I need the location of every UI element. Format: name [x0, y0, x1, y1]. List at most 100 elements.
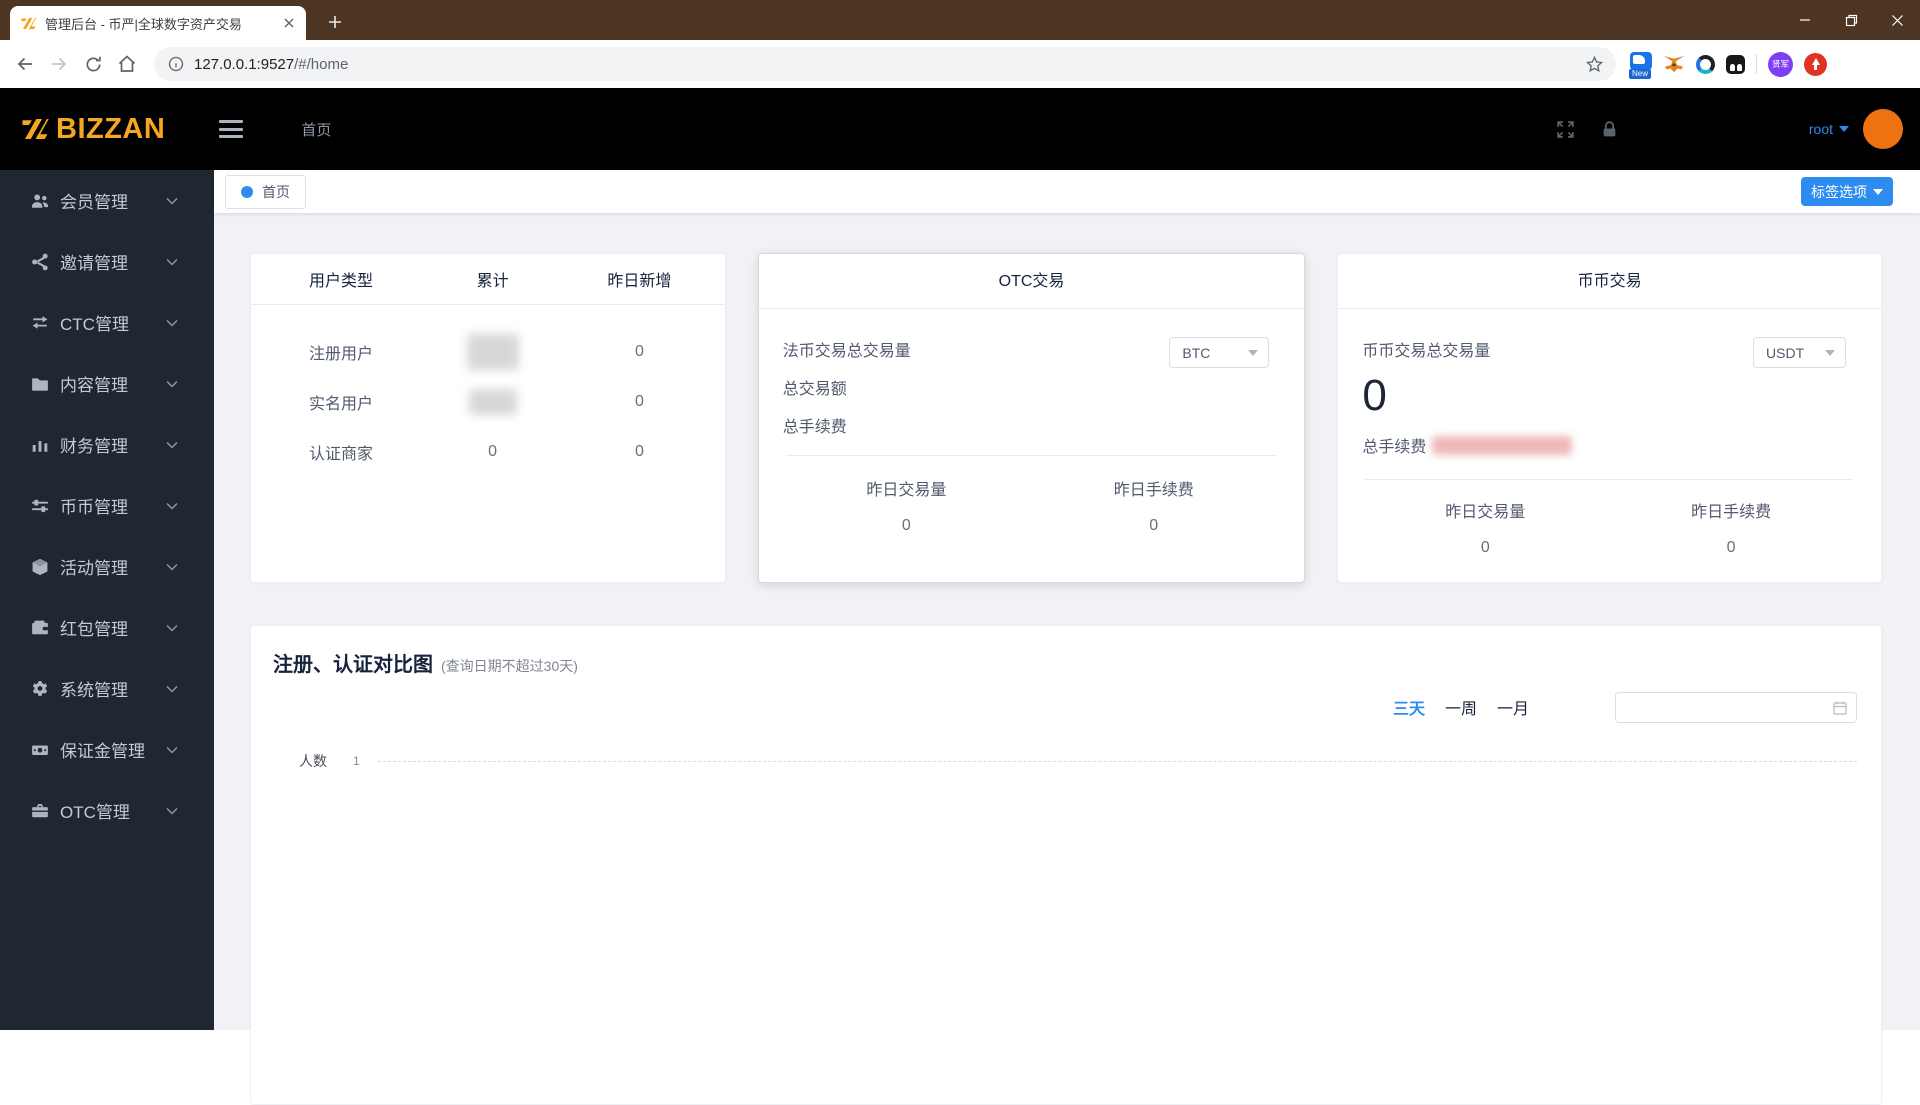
sidebar-item-content[interactable]: 内容管理	[0, 353, 214, 414]
user-stats-card: 用户类型 累计 昨日新增 注册用户 0 实名用户 0	[250, 253, 726, 583]
otc-amount-label: 总交易额	[783, 371, 1278, 409]
site-info-icon[interactable]	[168, 56, 184, 72]
url-host: 127.0.0.1:9527	[194, 56, 294, 73]
extension-ring-icon[interactable]	[1696, 55, 1715, 74]
sidebar-toggle-icon[interactable]	[219, 120, 243, 138]
otc-currency-select[interactable]: BTC	[1169, 337, 1269, 368]
extension-red-icon[interactable]	[1804, 53, 1827, 76]
registration-chart-card: 注册、认证对比图 (查询日期不超过30天) 三天 一周 一月 人数 1	[250, 625, 1882, 1105]
card-title: 币币交易	[1338, 254, 1881, 309]
date-range-input[interactable]	[1615, 692, 1857, 723]
stats-row-value: 0	[554, 443, 725, 461]
sidebar-item-activity[interactable]: 活动管理	[0, 536, 214, 597]
briefcase-icon	[30, 801, 49, 820]
sidebar-item-label: 保证金管理	[60, 737, 166, 762]
stats-col-header: 累计	[431, 267, 554, 291]
header-nav-home[interactable]: 首页	[301, 119, 331, 140]
tag-options-label: 标签选项	[1811, 182, 1867, 202]
yesterday-volume-value: 0	[783, 517, 1030, 535]
home-icon[interactable]	[110, 47, 144, 81]
back-icon[interactable]	[8, 47, 42, 81]
tab-tag-home[interactable]: 首页	[225, 175, 306, 209]
window-close-button[interactable]	[1874, 0, 1920, 40]
range-link-three-days[interactable]: 三天	[1393, 695, 1425, 719]
sidebar-item-members[interactable]: 会员管理	[0, 170, 214, 231]
sidebar-item-label: 系统管理	[60, 676, 166, 701]
sliders-icon	[30, 496, 49, 515]
yesterday-fee-label: 昨日手续费	[1608, 498, 1854, 522]
chevron-down-icon	[166, 197, 178, 205]
sidebar-item-label: CTC管理	[60, 310, 166, 335]
table-row: 认证商家 0 0	[251, 427, 725, 477]
swap-icon	[30, 313, 49, 332]
extension-new-icon[interactable]: New	[1630, 52, 1652, 70]
stats-table-header: 用户类型 累计 昨日新增	[251, 254, 725, 305]
bar-chart-icon	[30, 435, 49, 454]
spot-total-volume: 0	[1362, 373, 1854, 419]
new-tab-button[interactable]	[322, 9, 348, 35]
metamask-icon[interactable]	[1663, 54, 1685, 74]
chevron-down-icon	[166, 746, 178, 754]
profile-badge[interactable]: 贤军	[1768, 52, 1793, 77]
url-bar[interactable]: 127.0.0.1:9527/#/home	[154, 47, 1616, 81]
avatar[interactable]	[1863, 109, 1903, 149]
sidebar-item-invites[interactable]: 邀请管理	[0, 231, 214, 292]
sidebar-item-redpacket[interactable]: 红包管理	[0, 597, 214, 658]
users-icon	[30, 191, 49, 210]
chart-subtitle: (查询日期不超过30天)	[441, 656, 578, 676]
sidebar-item-label: 币币管理	[60, 493, 166, 518]
username: root	[1809, 121, 1833, 137]
bizzan-favicon-icon	[20, 15, 37, 32]
banknote-icon	[30, 740, 49, 759]
yesterday-fee-label: 昨日手续费	[1030, 476, 1277, 500]
redacted-value	[467, 334, 519, 370]
otc-trade-card: OTC交易 法币交易总交易量 总交易额 总手续费 昨日交易量 0 昨日手续费 0	[758, 253, 1306, 583]
forward-icon[interactable]	[42, 47, 76, 81]
brand-logo[interactable]: BIZZAN	[18, 113, 165, 146]
spot-trade-card: 币币交易 币币交易总交易量 0 总手续费 昨日交易量 0	[1337, 253, 1882, 583]
sidebar-item-ctc[interactable]: CTC管理	[0, 292, 214, 353]
sidebar-item-finance[interactable]: 财务管理	[0, 414, 214, 475]
tab-close-icon[interactable]	[280, 14, 298, 32]
fullscreen-icon[interactable]	[1556, 120, 1575, 139]
sidebar-item-spot[interactable]: 币币管理	[0, 475, 214, 536]
chevron-down-icon	[166, 380, 178, 388]
gear-icon	[30, 679, 49, 698]
spot-currency-select[interactable]: USDT	[1753, 337, 1846, 368]
brand-name: BIZZAN	[56, 113, 165, 146]
bizzan-logo-icon	[18, 114, 52, 144]
extension-new-badge: New	[1629, 69, 1651, 79]
spot-fee-label: 总手续费	[1362, 433, 1426, 457]
tag-bar: 首页 标签选项	[214, 170, 1920, 213]
browser-tab[interactable]: 管理后台 - 币严|全球数字资产交易	[10, 6, 306, 40]
sidebar-item-system[interactable]: 系统管理	[0, 658, 214, 719]
toolbar-separator	[1756, 54, 1757, 74]
window-minimize-button[interactable]	[1782, 0, 1828, 40]
chevron-down-icon	[166, 807, 178, 815]
window-restore-button[interactable]	[1828, 0, 1874, 40]
chevron-down-icon	[166, 319, 178, 327]
folder-icon	[30, 374, 49, 393]
tag-options-button[interactable]: 标签选项	[1801, 177, 1893, 206]
user-menu[interactable]: root	[1809, 121, 1849, 137]
yesterday-fee-value: 0	[1030, 517, 1277, 535]
spot-currency-value: USDT	[1766, 345, 1804, 361]
yesterday-fee-value: 0	[1608, 539, 1854, 557]
sidebar-item-label: 活动管理	[60, 554, 166, 579]
chevron-down-icon	[166, 502, 178, 510]
bookmark-star-icon[interactable]	[1585, 55, 1604, 74]
chevron-down-icon	[166, 624, 178, 632]
chart-title: 注册、认证对比图	[273, 648, 433, 677]
sidebar-item-otc[interactable]: OTC管理	[0, 780, 214, 841]
tab-title: 管理后台 - 币严|全球数字资产交易	[45, 14, 280, 33]
range-link-one-month[interactable]: 一月	[1497, 695, 1529, 719]
calendar-icon	[1832, 700, 1848, 716]
share-icon	[30, 252, 49, 271]
yesterday-volume-label: 昨日交易量	[1362, 498, 1608, 522]
reload-icon[interactable]	[76, 47, 110, 81]
lock-screen-icon[interactable]	[1600, 120, 1619, 139]
range-link-one-week[interactable]: 一周	[1445, 695, 1477, 719]
redacted-value	[469, 389, 517, 415]
extension-dark-icon[interactable]	[1726, 55, 1745, 74]
sidebar-item-margin[interactable]: 保证金管理	[0, 719, 214, 780]
